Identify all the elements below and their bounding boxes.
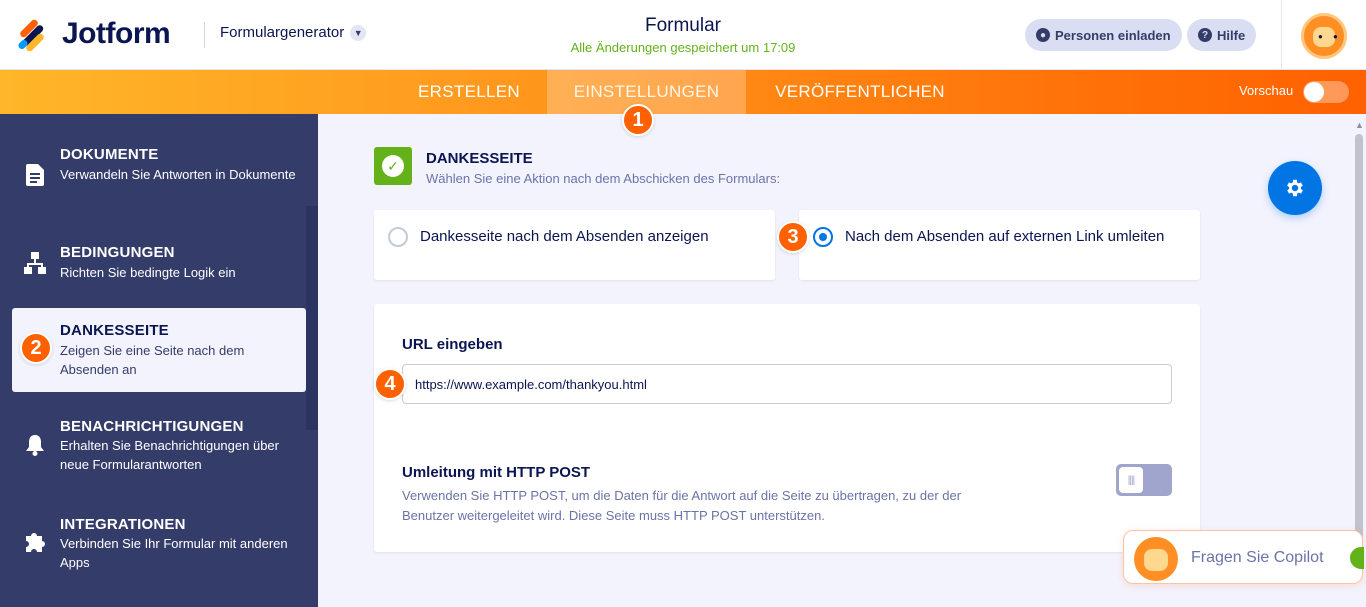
top-bar: Jotform Formulargenerator ▼ Formular All… — [0, 0, 1366, 70]
jotform-logo[interactable]: Jotform — [16, 17, 171, 53]
copilot-button[interactable]: Fragen Sie Copilot — [1123, 530, 1364, 584]
invite-people-button[interactable]: ● Personen einladen — [1025, 19, 1182, 51]
url-label: URL eingeben — [402, 336, 503, 353]
main-nav: ERSTELLEN EINSTELLUNGEN VERÖFFENTLICHEN … — [0, 70, 1366, 114]
thankyou-check-icon: ✓ — [374, 147, 412, 185]
section-description: Wählen Sie eine Aktion nach dem Abschick… — [426, 171, 781, 186]
sidebar-item-title: DOKUMENTE — [60, 146, 159, 163]
sidebar-item-desc: Richten Sie bedingte Logik ein — [60, 265, 236, 280]
option-label: Dankesseite nach dem Absenden anzeigen — [420, 228, 709, 245]
sidebar-item-documents[interactable]: DOKUMENTE Verwandeln Sie Antworten in Do… — [12, 142, 306, 226]
http-post-description: Verwenden Sie HTTP POST, um die Daten fü… — [402, 488, 962, 523]
toggle-knob: |||| — [1119, 467, 1143, 493]
radio-redirect-external[interactable] — [813, 227, 833, 247]
logo-text: Jotform — [62, 17, 171, 50]
jotform-logo-icon — [16, 18, 48, 53]
url-input[interactable] — [402, 364, 1172, 404]
copilot-label: Fragen Sie Copilot — [1191, 549, 1324, 566]
settings-sidebar: DOKUMENTE Verwandeln Sie Antworten in Do… — [0, 114, 318, 607]
copilot-avatar-icon — [1134, 537, 1178, 581]
option-show-thankyou[interactable]: Dankesseite nach dem Absenden anzeigen — [374, 210, 775, 280]
preview-label: Vorschau — [1239, 83, 1294, 98]
http-post-toggle[interactable]: |||| — [1116, 464, 1172, 496]
copilot-status-indicator — [1350, 547, 1364, 569]
radio-show-thankyou[interactable] — [388, 227, 408, 247]
sidebar-item-desc: Verwandeln Sie Antworten in Dokumente — [60, 167, 296, 182]
sidebar-item-desc: Zeigen Sie eine Seite nach dem Absenden … — [60, 343, 245, 377]
header-divider — [204, 22, 205, 48]
help-button[interactable]: ? Hilfe — [1187, 19, 1257, 51]
http-post-label: Umleitung mit HTTP POST — [402, 464, 591, 481]
header-separator — [1281, 0, 1282, 70]
user-icon: ● — [1036, 28, 1050, 42]
question-icon: ? — [1198, 28, 1212, 42]
toggle-knob — [1304, 82, 1324, 102]
step-badge-2: 2 — [20, 332, 52, 364]
sidebar-item-title: BEDINGUNGEN — [60, 244, 175, 261]
tab-create[interactable]: ERSTELLEN — [395, 70, 543, 114]
sidebar-item-title: DANKESSEITE — [60, 322, 169, 339]
scroll-up-icon[interactable]: ▲ — [1355, 120, 1364, 130]
option-redirect-external[interactable]: Nach dem Absenden auf externen Link umle… — [799, 210, 1200, 280]
scroll-thumb[interactable] — [1355, 134, 1363, 539]
sidebar-item-thankyou[interactable]: DANKESSEITE Zeigen Sie eine Seite nach d… — [12, 308, 306, 392]
conditions-icon — [24, 252, 46, 274]
sidebar-item-notifications[interactable]: BENACHRICHTIGUNGEN Erhalten Sie Benachri… — [12, 412, 306, 496]
bell-icon — [24, 434, 46, 456]
step-badge-4: 4 — [374, 368, 406, 400]
gear-icon — [1287, 179, 1303, 197]
sidebar-item-desc: Erhalten Sie Benachrichtigungen über neu… — [60, 438, 279, 472]
builder-menu-button[interactable]: Formulargenerator ▼ — [220, 24, 367, 41]
chevron-down-icon: ▼ — [350, 24, 367, 41]
preview-toggle[interactable] — [1303, 81, 1349, 103]
tab-publish[interactable]: VERÖFFENTLICHEN — [750, 70, 970, 114]
settings-gear-button[interactable] — [1268, 161, 1322, 215]
step-badge-3: 3 — [777, 221, 809, 253]
step-badge-1: 1 — [622, 104, 654, 136]
sidebar-item-title: BENACHRICHTIGUNGEN — [60, 418, 244, 435]
document-icon — [24, 164, 46, 186]
sidebar-scroll-rail[interactable] — [306, 206, 318, 430]
sidebar-item-title: INTEGRATIONEN — [60, 516, 186, 533]
sidebar-item-integrations[interactable]: INTEGRATIONEN Verbinden Sie Ihr Formular… — [12, 508, 306, 592]
redirect-settings-card: URL eingeben Umleitung mit HTTP POST Ver… — [374, 304, 1200, 552]
builder-menu-label: Formulargenerator — [220, 24, 345, 41]
invite-label: Personen einladen — [1055, 27, 1171, 43]
help-label: Hilfe — [1217, 27, 1246, 43]
avatar[interactable]: ● ● — [1301, 13, 1347, 59]
sidebar-item-desc: Verbinden Sie Ihr Formular mit anderen A… — [60, 536, 288, 570]
puzzle-icon — [24, 530, 46, 552]
section-title: DANKESSEITE — [426, 150, 533, 167]
option-label: Nach dem Absenden auf externen Link umle… — [845, 228, 1165, 245]
